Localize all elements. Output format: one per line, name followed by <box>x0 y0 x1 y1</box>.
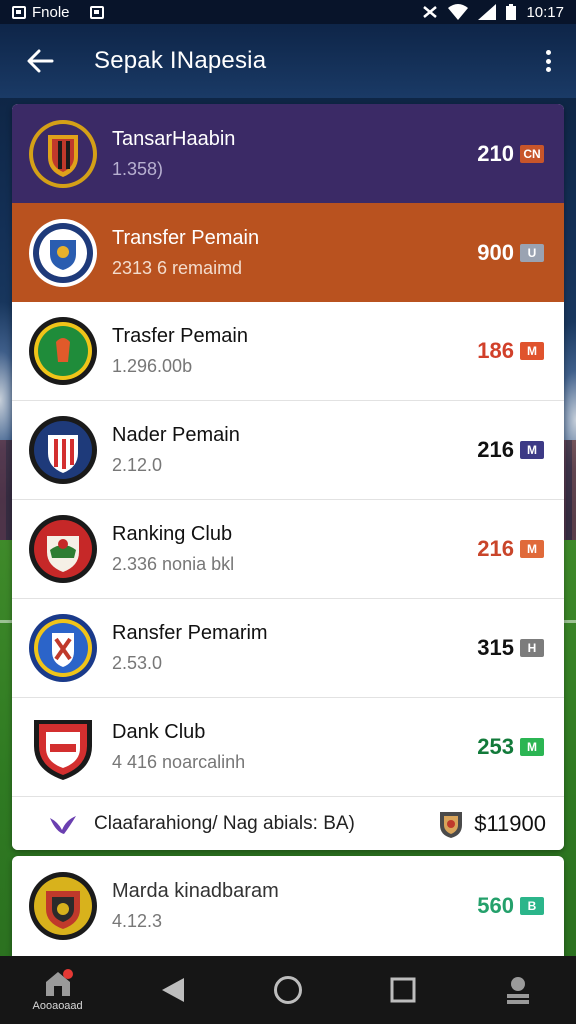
profile-nav-button[interactable] <box>488 962 548 1018</box>
club-logo-icon <box>29 218 97 287</box>
club-logo-icon <box>29 614 97 682</box>
circle-home-icon <box>273 976 302 1004</box>
home-icon <box>45 969 73 996</box>
club-badge-icon <box>440 812 463 838</box>
home-circle-button[interactable] <box>258 962 318 1018</box>
club-logo-icon <box>29 416 97 484</box>
value-badge: M <box>520 441 544 459</box>
club-value: 210 <box>477 140 514 166</box>
value-badge: M <box>520 342 544 360</box>
club-value: 560 <box>477 893 514 918</box>
club-value: 315 <box>477 635 514 660</box>
square-recents-icon <box>390 977 416 1003</box>
bird-icon <box>50 816 76 834</box>
mute-icon <box>423 6 438 18</box>
value-badge: B <box>520 897 544 915</box>
app-bar: Sepak INapesia <box>0 24 576 98</box>
club-subtitle: 2.12.0 <box>112 455 163 475</box>
page-title: Sepak INapesia <box>94 47 267 74</box>
club-subtitle: 1.296.00b <box>112 356 193 376</box>
club-logo-icon <box>29 119 97 188</box>
club-subtitle: 2.53.0 <box>112 653 163 673</box>
club-subtitle: 4 416 noarcalinh <box>112 752 246 772</box>
home-nav-label: Aooaoaad <box>32 1000 83 1012</box>
value-badge: M <box>520 738 544 756</box>
value-badge: H <box>520 639 544 657</box>
list-item[interactable]: Transfer Pemain 2313 6 remaimd 900 U <box>12 203 564 302</box>
club-subtitle: 2.336 nonia bkl <box>112 554 235 574</box>
club-name: Marda kinadbaram <box>112 880 279 902</box>
list-item[interactable]: Ransfer Pemarim 2.53.0 315 H <box>12 599 564 698</box>
club-value: 253 <box>477 734 514 759</box>
bottom-navigation: Aooaoaad <box>0 956 576 1024</box>
status-time: 10:17 <box>526 3 564 21</box>
club-logo-icon <box>29 872 97 940</box>
status-bar: Fnole 10:17 <box>0 0 576 24</box>
club-list: TansarHaabin 1.358) 210 CN Transfer Pemain 23… <box>12 104 564 850</box>
club-logo-icon <box>34 720 92 780</box>
club-name: Trasfer Pemain <box>112 325 248 347</box>
second-card: Marda kinadbaram 4.12.3 560 B <box>12 856 564 956</box>
footer-text: Claafarahiong/ Nag abials: BA) <box>94 813 355 834</box>
more-options-button[interactable] <box>540 46 556 76</box>
club-name: Transfer Pemain <box>112 226 260 249</box>
club-name: Nader Pemain <box>112 424 240 446</box>
club-name: Dank Club <box>112 721 206 743</box>
club-value: 186 <box>477 338 514 363</box>
list-item[interactable]: Marda kinadbaram 4.12.3 560 B <box>12 856 564 956</box>
club-name: Ransfer Pemarim <box>112 622 268 644</box>
club-subtitle: 4.12.3 <box>112 911 163 931</box>
back-button[interactable] <box>18 39 62 83</box>
signal-icon <box>478 4 497 20</box>
recents-button[interactable] <box>373 962 433 1018</box>
club-value: 216 <box>477 536 514 561</box>
club-subtitle: 2313 6 remaimd <box>112 257 243 278</box>
back-arrow-icon <box>27 49 54 73</box>
club-value: 216 <box>477 437 514 462</box>
notification-icon <box>89 5 104 19</box>
club-name: TansarHaabin <box>112 127 236 150</box>
value-badge: CN <box>520 144 544 163</box>
value-badge: M <box>520 540 544 558</box>
app-notification-icon <box>12 5 26 19</box>
list-footer-row[interactable]: Claafarahiong/ Nag abials: BA) $11900 <box>12 797 564 850</box>
list-item[interactable]: Trasfer Pemain 1.296.00b 186 M <box>12 302 564 401</box>
home-nav-button[interactable]: Aooaoaad <box>28 962 88 1018</box>
footer-price: $11900 <box>474 811 546 836</box>
list-item[interactable]: TansarHaabin 1.358) 210 CN <box>12 104 564 203</box>
club-name: Ranking Club <box>112 523 233 545</box>
status-app-label: Fnole <box>32 3 70 21</box>
value-badge: U <box>520 243 544 262</box>
list-item[interactable]: Nader Pemain 2.12.0 216 M <box>12 401 564 500</box>
list-item[interactable]: Dank Club 4 416 noarcalinh 253 M <box>12 698 564 797</box>
list-item[interactable]: Ranking Club 2.336 nonia bkl 216 M <box>12 500 564 599</box>
club-subtitle: 1.358) <box>112 158 164 179</box>
overflow-menu-icon <box>545 50 551 55</box>
wifi-icon <box>448 4 469 20</box>
battery-icon <box>506 4 517 20</box>
back-nav-button[interactable] <box>143 962 203 1018</box>
club-logo-icon <box>29 317 97 385</box>
profile-icon <box>507 977 530 1004</box>
club-value: 900 <box>477 239 514 265</box>
triangle-back-icon <box>161 978 184 1002</box>
club-logo-icon <box>29 515 97 583</box>
